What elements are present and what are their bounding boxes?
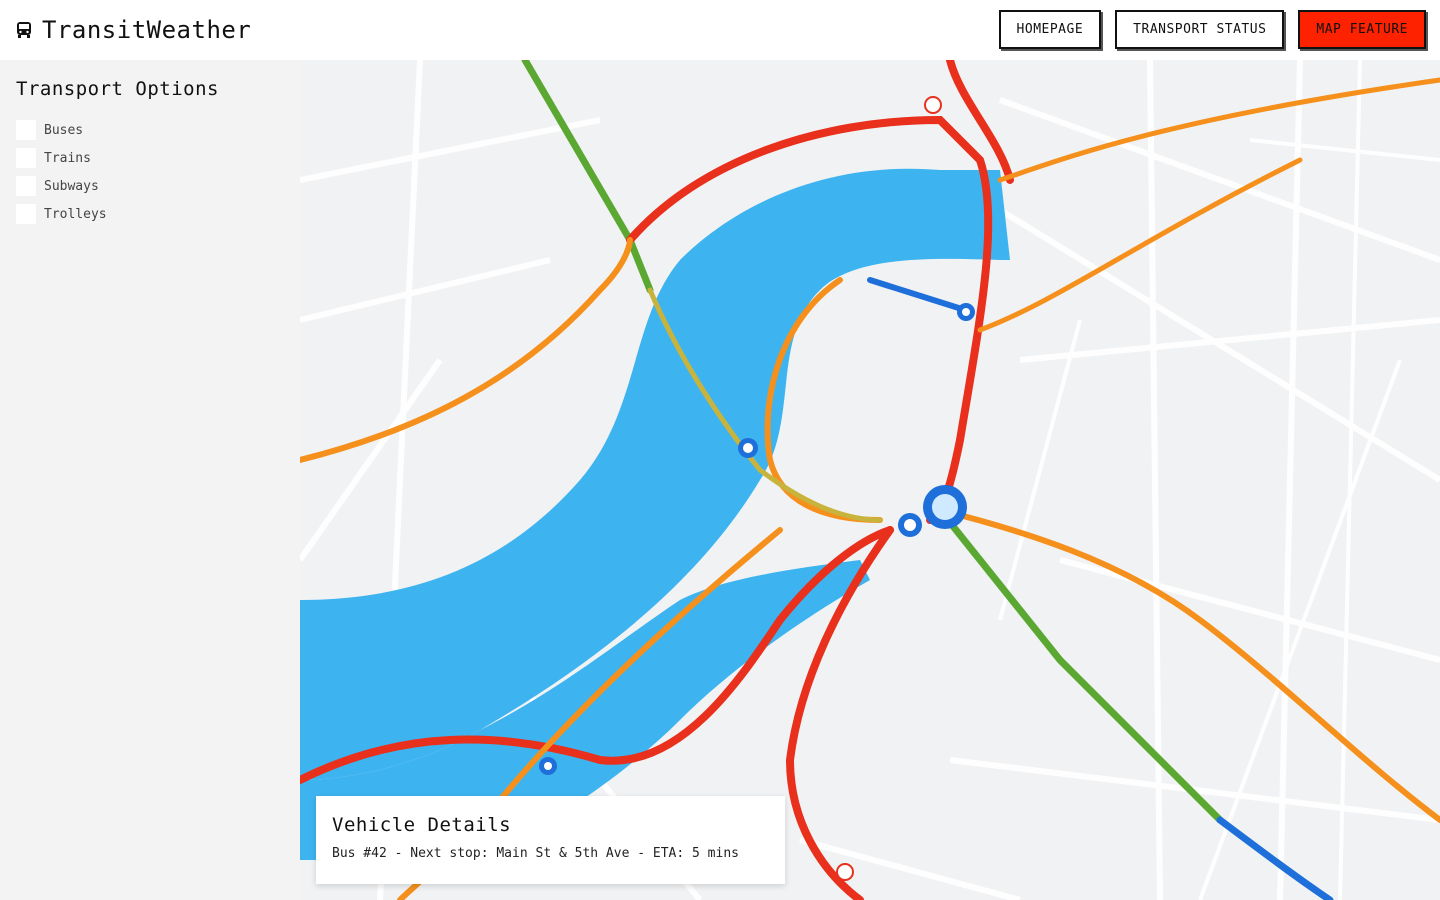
line-green-north xyxy=(521,60,654,294)
line-orange-ne xyxy=(997,77,1440,183)
station xyxy=(962,308,970,316)
line-blue-se xyxy=(1216,816,1334,900)
station xyxy=(544,762,552,770)
trolleys-checkbox[interactable] xyxy=(16,204,36,224)
details-title: Vehicle Details xyxy=(332,814,512,836)
sidebar-title: Transport Options xyxy=(16,78,219,100)
station xyxy=(924,96,942,114)
option-label: Trolleys xyxy=(44,206,107,222)
option-label: Subways xyxy=(44,178,99,194)
app-title: TransitWeather xyxy=(42,16,252,44)
line-orange-west xyxy=(300,237,633,463)
station xyxy=(836,863,854,881)
nav-homepage-button[interactable]: HOMEPAGE xyxy=(998,10,1102,49)
option-trolleys[interactable]: Trolleys xyxy=(16,200,284,228)
line-orange-east xyxy=(977,157,1303,333)
bus-icon xyxy=(14,20,34,40)
brand[interactable]: TransitWeather xyxy=(14,14,251,46)
station xyxy=(743,443,753,453)
trains-checkbox[interactable] xyxy=(16,148,36,168)
app-header: TransitWeather HOMEPAGE TRANSPORT STATUS… xyxy=(0,0,1440,60)
station xyxy=(904,519,916,531)
option-subways[interactable]: Subways xyxy=(16,172,284,200)
vehicle-details-card: Vehicle Details Bus #42 - Next stop: Mai… xyxy=(316,796,785,884)
station-central-inner xyxy=(932,494,958,520)
line-blue-north xyxy=(867,277,968,313)
option-buses[interactable]: Buses xyxy=(16,116,284,144)
map-graphic xyxy=(300,60,1440,900)
details-text: Bus #42 - Next stop: Main St & 5th Ave -… xyxy=(332,846,739,861)
option-label: Trains xyxy=(44,150,91,166)
transport-options-panel: Transport Options Buses Trains Subways T… xyxy=(0,60,300,900)
nav-transport-status-button[interactable]: TRANSPORT STATUS xyxy=(1115,10,1285,49)
nav-map-feature-button[interactable]: MAP FEATURE xyxy=(1298,10,1426,49)
buses-checkbox[interactable] xyxy=(16,120,36,140)
transit-map[interactable] xyxy=(300,60,1440,900)
option-trains[interactable]: Trains xyxy=(16,144,284,172)
main-nav: HOMEPAGE TRANSPORT STATUS MAP FEATURE xyxy=(998,10,1426,49)
option-label: Buses xyxy=(44,122,84,138)
subways-checkbox[interactable] xyxy=(16,176,36,196)
